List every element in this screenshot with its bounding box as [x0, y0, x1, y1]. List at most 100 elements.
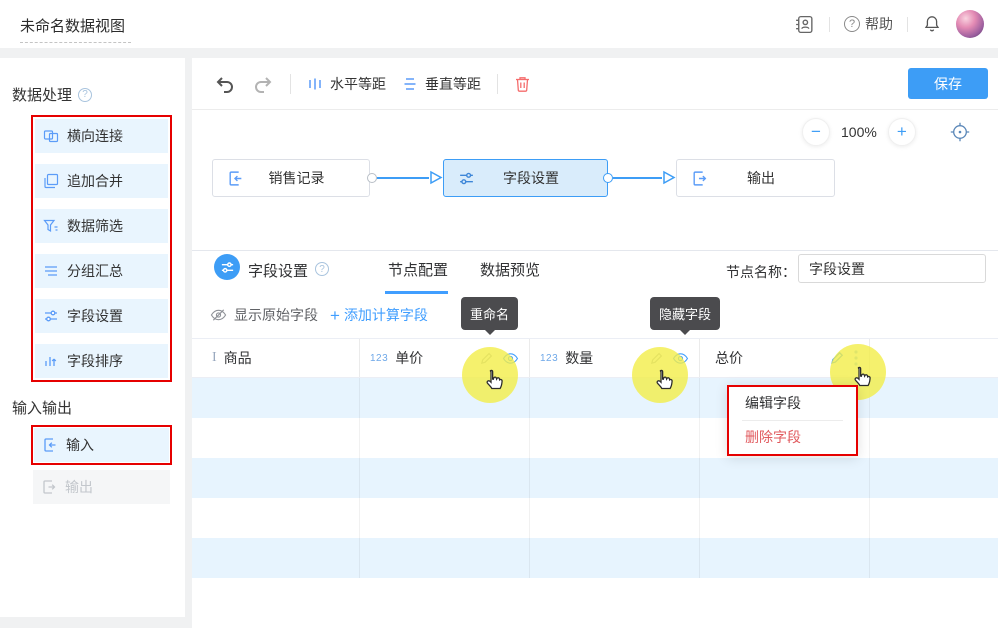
connection-port[interactable]: [603, 173, 613, 183]
section-title-data-processing: 数据处理 ?: [12, 84, 92, 105]
tab-node-config[interactable]: 节点配置: [388, 259, 448, 280]
field-sort-icon: [43, 353, 59, 369]
input-icon: [42, 437, 58, 453]
menu-item-delete-field[interactable]: 删除字段: [729, 421, 856, 454]
table-cell: [530, 538, 700, 578]
help-label: 帮助: [865, 14, 893, 34]
vertical-spacing-icon: [402, 76, 418, 92]
sidebar-item-group-summary[interactable]: 分组汇总: [35, 254, 168, 288]
table-cell: [870, 418, 998, 458]
column-header-product[interactable]: I 商品: [192, 339, 360, 377]
section-title-input-output: 输入输出: [12, 397, 72, 418]
field-settings-badge-icon: [214, 254, 240, 280]
append-merge-icon: [43, 173, 59, 189]
panel-divider: [192, 250, 998, 251]
table-cell: [192, 418, 360, 458]
sidebar-item-data-filter[interactable]: 数据筛选: [35, 209, 168, 243]
table-cell: [192, 378, 360, 418]
hand-cursor-icon: [849, 365, 873, 398]
main-panel: 水平等距 垂直等距 保存 − 100% +: [192, 58, 998, 628]
table-cell: [360, 538, 530, 578]
table-cell: [700, 538, 870, 578]
show-original-fields-toggle[interactable]: 显示原始字段: [210, 305, 318, 325]
sidebar-item-output: 输出: [33, 470, 170, 504]
table-row: [192, 498, 998, 538]
input-icon: [227, 170, 244, 187]
join-icon: [43, 128, 59, 144]
save-button[interactable]: 保存: [908, 68, 988, 99]
add-calculated-field-button[interactable]: + 添加计算字段: [330, 305, 428, 325]
table-cell: [192, 458, 360, 498]
flow-node-output[interactable]: 输出: [676, 159, 835, 197]
sidebar-item-field-settings[interactable]: 字段设置: [35, 299, 168, 333]
connector-line: [613, 177, 662, 179]
group-summary-icon: [43, 263, 59, 279]
sidebar-group-processing: 横向连接 追加合并 数据筛选 分组汇总: [31, 115, 172, 382]
help-button[interactable]: ? 帮助: [844, 14, 893, 34]
sidebar-item-field-sort[interactable]: 字段排序: [35, 344, 168, 378]
document-title[interactable]: 未命名数据视图: [20, 15, 131, 43]
number-type-icon: 123: [540, 353, 558, 364]
toolbar-divider: [497, 74, 498, 94]
output-icon: [41, 479, 57, 495]
vertical-spacing-button[interactable]: 垂直等距: [402, 74, 481, 94]
text-type-icon: I: [202, 350, 217, 366]
field-context-menu: 编辑字段 删除字段: [727, 385, 858, 456]
table-cell: [700, 458, 870, 498]
panel-title: 字段设置: [248, 260, 308, 281]
table-cell: [870, 378, 998, 418]
tooltip-hide-field: 隐藏字段: [650, 297, 720, 330]
sidebar-item-append-merge[interactable]: 追加合并: [35, 164, 168, 198]
node-name-label: 节点名称：: [726, 262, 796, 282]
horizontal-spacing-button[interactable]: 水平等距: [307, 74, 386, 94]
panel-help-icon[interactable]: ?: [315, 262, 329, 276]
sidebar-item-horizontal-join[interactable]: 横向连接: [35, 119, 168, 153]
table-cell: [870, 458, 998, 498]
undo-button[interactable]: [214, 75, 236, 93]
table-row: [192, 458, 998, 498]
table-cell: [870, 538, 998, 578]
table-cell: [530, 418, 700, 458]
hand-cursor-icon: [651, 368, 675, 401]
eye-off-icon: [210, 308, 227, 322]
menu-item-edit-field[interactable]: 编辑字段: [729, 387, 856, 420]
section-help-icon[interactable]: ?: [78, 88, 92, 102]
table-cell: [360, 458, 530, 498]
filter-icon: [43, 218, 59, 234]
user-avatar[interactable]: [956, 10, 984, 38]
zoom-in-button[interactable]: +: [888, 118, 916, 146]
top-header: 未命名数据视图 ? 帮助: [0, 0, 998, 48]
app-root: 未命名数据视图 ? 帮助: [0, 0, 998, 628]
node-name-input[interactable]: [798, 254, 986, 283]
table-cell: [530, 498, 700, 538]
canvas-toolbar: 水平等距 垂直等距: [192, 58, 998, 110]
zoom-level: 100%: [841, 124, 877, 140]
tooltip-rename: 重命名: [461, 297, 518, 330]
header-actions: ? 帮助: [794, 0, 984, 48]
zoom-out-button[interactable]: −: [802, 118, 830, 146]
flow-node-sales-records[interactable]: 销售记录: [212, 159, 370, 197]
connection-port[interactable]: [367, 173, 377, 183]
table-cell: [530, 458, 700, 498]
table-cell: [360, 418, 530, 458]
horizontal-spacing-icon: [307, 76, 323, 92]
arrowhead-icon: [662, 170, 676, 190]
header-divider: [907, 17, 908, 32]
contacts-icon[interactable]: [794, 14, 815, 35]
tab-data-preview[interactable]: 数据预览: [480, 259, 540, 280]
active-tab-underline: [385, 291, 448, 294]
table-cell: [700, 498, 870, 538]
help-icon: ?: [844, 16, 860, 32]
redo-button[interactable]: [252, 75, 274, 93]
flow-node-field-settings[interactable]: 字段设置: [443, 159, 608, 197]
table-row: [192, 418, 998, 458]
sidebar-item-input[interactable]: 输入: [34, 428, 169, 462]
header-divider: [829, 17, 830, 32]
locate-center-icon[interactable]: [949, 121, 971, 143]
toolbar-divider: [290, 74, 291, 94]
table-cell: [192, 538, 360, 578]
sidebar: 数据处理 ? 横向连接 追加合并 数据筛选: [0, 58, 185, 617]
delete-node-button[interactable]: [514, 75, 531, 93]
bell-icon[interactable]: [922, 14, 942, 34]
table-cell: [870, 498, 998, 538]
